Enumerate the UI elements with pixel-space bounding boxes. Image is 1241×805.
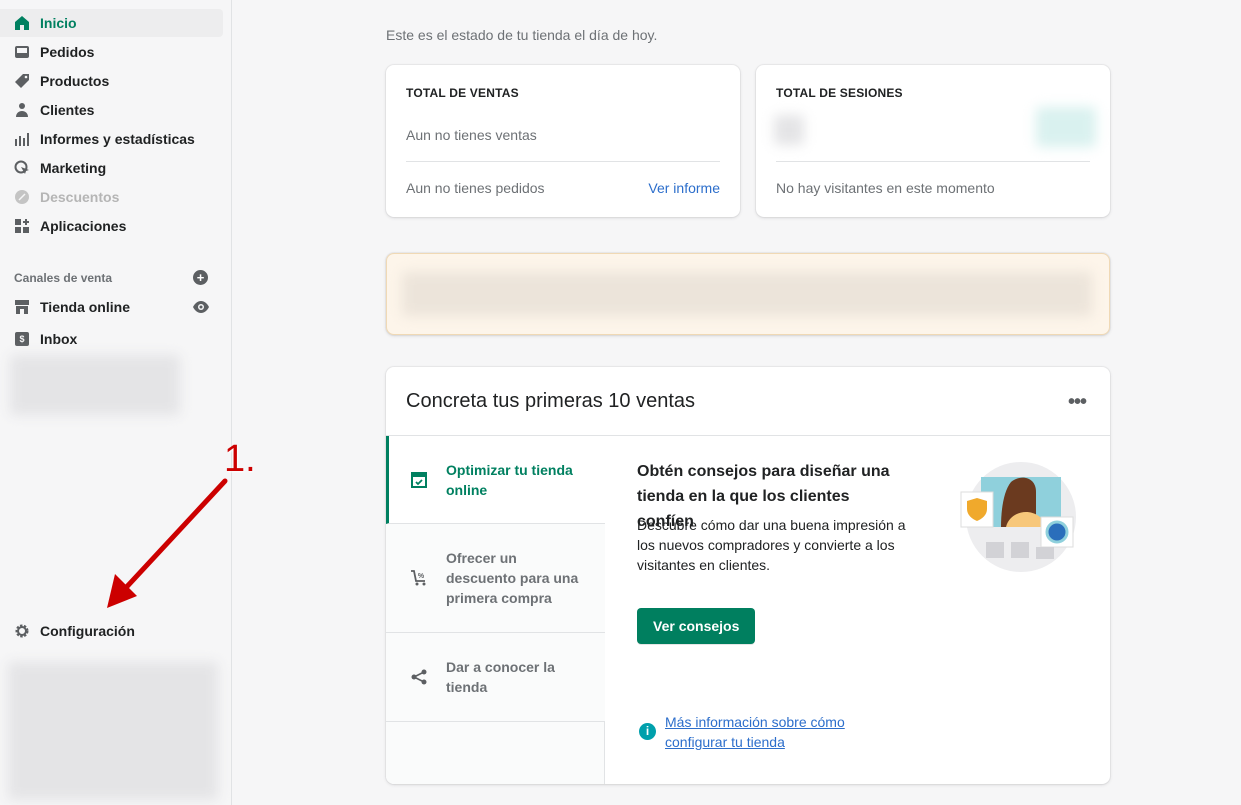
sidebar-item-label: Pedidos [40, 44, 95, 60]
guide-body: Descubre cómo dar una buena impresión a … [637, 517, 906, 573]
no-orders-text: Aun no tienes pedidos [406, 180, 545, 196]
gear-icon [14, 623, 30, 639]
blurred-sparkline [1036, 107, 1096, 147]
blurred-channels [10, 355, 180, 415]
tag-icon [14, 73, 30, 89]
sessions-card-title: TOTAL DE SESIONES [776, 86, 903, 100]
sales-card: TOTAL DE VENTAS Aun no tienes ventas Aun… [386, 65, 740, 217]
share-icon [410, 668, 430, 686]
inbox-chat-icon: $ [14, 331, 30, 347]
blurred-count [774, 115, 804, 145]
more-options-icon[interactable]: ••• [1068, 391, 1087, 414]
bar-chart-icon [14, 131, 30, 147]
info-icon: i [639, 723, 656, 740]
sidebar-item-label: Aplicaciones [40, 218, 127, 234]
eye-icon[interactable] [192, 300, 210, 319]
person-icon [14, 102, 30, 118]
tab-label: Ofrecer un descuento para una primera co… [446, 550, 579, 606]
add-channel-icon[interactable]: + [193, 270, 208, 285]
blurred-banner [386, 253, 1110, 335]
view-report-link[interactable]: Ver informe [648, 180, 720, 196]
no-sales-text: Aun no tienes ventas [406, 127, 537, 143]
sidebar-item-label: Descuentos [40, 189, 120, 205]
sales-card-title: TOTAL DE VENTAS [406, 86, 519, 100]
sidebar-item-label: Inicio [40, 15, 77, 31]
tab-label: Dar a conocer la tienda [446, 659, 555, 695]
help-link[interactable]: Más información sobre cómo configurar tu… [665, 712, 865, 752]
sidebar-item-label: Tienda online [40, 299, 130, 315]
sidebar: Inicio Pedidos Productos Clientes Inform… [0, 0, 232, 805]
home-icon [14, 15, 30, 31]
sidebar-item-label: Informes y estadísticas [40, 131, 195, 147]
store-icon [14, 299, 30, 315]
page-subtitle: Este es el estado de tu tienda el día de… [386, 27, 658, 43]
sidebar-item-label: Productos [40, 73, 110, 89]
main-content: Este es el estado de tu tienda el día de… [233, 0, 1241, 805]
sidebar-item-inbox[interactable]: $ Inbox [0, 325, 223, 353]
svg-text:$: $ [19, 334, 24, 344]
annotation-arrow [107, 478, 228, 608]
blurred-banner-content [402, 272, 1092, 316]
no-visitors-text: No hay visitantes en este momento [776, 180, 995, 196]
tab-label: Optimizar tu tienda online [446, 461, 573, 498]
cart-discount-icon: % [410, 569, 430, 587]
sidebar-item-label: Clientes [40, 102, 95, 118]
sales-channels-label: Canales de venta [14, 271, 113, 285]
sidebar-item-productos[interactable]: Productos [0, 67, 223, 95]
sidebar-item-pedidos[interactable]: Pedidos [0, 38, 223, 66]
sidebar-item-descuentos[interactable]: Descuentos [0, 183, 223, 211]
sidebar-item-label: Marketing [40, 160, 107, 176]
svg-text:%: % [418, 573, 425, 580]
guide-title: Concreta tus primeras 10 ventas [406, 390, 696, 412]
inbox-icon [14, 44, 30, 60]
sessions-card: TOTAL DE SESIONES No hay visitantes en e… [756, 65, 1110, 217]
guide-card: Concreta tus primeras 10 ventas ••• Opti… [386, 367, 1110, 784]
apps-icon [14, 218, 30, 234]
sidebar-item-aplicaciones[interactable]: Aplicaciones [0, 212, 223, 240]
sidebar-item-marketing[interactable]: Marketing [0, 154, 223, 182]
divider [406, 161, 720, 162]
sidebar-item-tienda-online[interactable]: Tienda online [0, 293, 223, 321]
sidebar-item-inicio[interactable]: Inicio [0, 9, 223, 37]
sidebar-item-configuracion[interactable]: Configuración [0, 617, 223, 645]
tab-optimizar[interactable]: Optimizar tu tienda online [386, 436, 605, 524]
target-icon [14, 160, 30, 176]
tab-compartir[interactable]: Dar a conocer la tienda [386, 633, 605, 722]
sidebar-item-label: Configuración [40, 623, 135, 639]
divider [776, 161, 1090, 162]
store-check-icon [410, 471, 430, 489]
trust-illustration [960, 462, 1076, 572]
tab-descuento[interactable]: % Ofrecer un descuento para una primera … [386, 524, 605, 633]
ver-consejos-button[interactable]: Ver consejos [637, 608, 756, 644]
blurred-footer [8, 662, 218, 800]
discount-icon [14, 189, 30, 205]
sidebar-item-clientes[interactable]: Clientes [0, 96, 223, 124]
sidebar-item-informes[interactable]: Informes y estadísticas [0, 125, 223, 153]
sidebar-item-label: Inbox [40, 331, 78, 347]
